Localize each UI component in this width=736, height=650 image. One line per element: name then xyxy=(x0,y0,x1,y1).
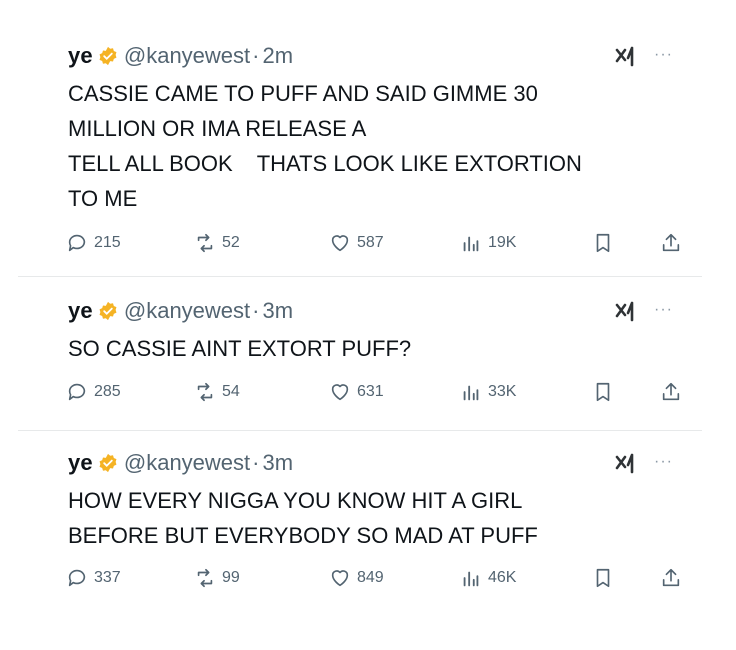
action-bar: 285 54 631 33K xyxy=(66,377,702,407)
tweet-header: ye @kanyewest · 2m xyxy=(68,42,293,70)
views-icon xyxy=(463,236,479,252)
tweet[interactable]: ye @kanyewest · 2m ··· CASSIE CAME TO PU… xyxy=(18,42,702,262)
heart-icon xyxy=(331,570,349,587)
tweet-divider xyxy=(18,430,702,431)
repost-icon xyxy=(197,568,213,588)
repost-button[interactable]: 54 xyxy=(194,377,240,407)
repost-count: 52 xyxy=(222,234,240,251)
separator-dot: · xyxy=(252,43,260,68)
tweet-header: ye @kanyewest · 3m xyxy=(68,449,293,477)
share-icon[interactable] xyxy=(660,381,682,403)
verified-badge-icon xyxy=(99,46,117,66)
reply-count: 215 xyxy=(94,234,121,251)
bookmark-icon[interactable] xyxy=(592,381,614,403)
separator-dot: · xyxy=(252,450,260,475)
more-icon[interactable]: ··· xyxy=(654,453,673,471)
timestamp[interactable]: 3m xyxy=(262,298,293,324)
author-name[interactable]: ye xyxy=(68,450,93,476)
action-bar: 215 52 587 19K xyxy=(66,228,702,258)
tweet-text: SO CASSIE AINT EXTORT PUFF? xyxy=(68,336,412,361)
verified-badge-icon xyxy=(99,453,117,473)
like-button[interactable]: 849 xyxy=(329,563,384,593)
like-count: 587 xyxy=(357,234,384,251)
reply-button[interactable]: 337 xyxy=(66,563,121,593)
heart-icon xyxy=(331,384,349,401)
author-handle[interactable]: @kanyewest xyxy=(124,450,250,476)
reply-count: 285 xyxy=(94,383,121,400)
bookmark-icon[interactable] xyxy=(592,232,614,254)
more-icon[interactable]: ··· xyxy=(654,46,673,64)
views-button[interactable]: 46K xyxy=(460,563,516,593)
views-icon xyxy=(463,571,479,587)
repost-icon xyxy=(197,233,213,253)
like-button[interactable]: 631 xyxy=(329,377,384,407)
tweet-divider xyxy=(18,276,702,277)
like-count: 849 xyxy=(357,569,384,586)
views-icon xyxy=(463,385,479,401)
repost-count: 54 xyxy=(222,383,240,400)
repost-button[interactable]: 52 xyxy=(194,228,240,258)
reply-button[interactable]: 285 xyxy=(66,377,121,407)
xai-grok-icon[interactable] xyxy=(614,44,640,70)
views-button[interactable]: 33K xyxy=(460,377,516,407)
tweet-header: ye @kanyewest · 3m xyxy=(68,297,293,325)
like-button[interactable]: 587 xyxy=(329,228,384,258)
more-icon[interactable]: ··· xyxy=(654,301,673,319)
timestamp[interactable]: 3m xyxy=(262,450,293,476)
repost-icon xyxy=(197,382,213,402)
tweet[interactable]: ye @kanyewest · 3m ··· HOW EVERY NIGGA Y… xyxy=(18,449,702,609)
xai-grok-icon[interactable] xyxy=(614,299,640,325)
reply-icon xyxy=(68,569,86,587)
reply-button[interactable]: 215 xyxy=(66,228,121,258)
reply-icon xyxy=(68,383,86,401)
author-name[interactable]: ye xyxy=(68,43,93,69)
view-count: 46K xyxy=(488,569,517,586)
separator-dot: · xyxy=(252,298,260,323)
like-count: 631 xyxy=(357,383,384,400)
reply-icon xyxy=(68,234,86,252)
share-icon[interactable] xyxy=(660,232,682,254)
verified-badge-icon xyxy=(99,301,117,321)
timestamp[interactable]: 2m xyxy=(262,43,293,69)
tweet-text: CASSIE CAME TO PUFF AND SAID GIMME 30 MI… xyxy=(68,81,582,211)
xai-grok-icon[interactable] xyxy=(614,451,640,477)
action-bar: 337 99 849 46K xyxy=(66,563,702,593)
views-button[interactable]: 19K xyxy=(460,228,516,258)
repost-count: 99 xyxy=(222,569,240,586)
share-icon[interactable] xyxy=(660,567,682,589)
tweet[interactable]: ye @kanyewest · 3m ··· SO CASSIE AINT EX… xyxy=(18,297,702,422)
heart-icon xyxy=(331,235,349,252)
bookmark-icon[interactable] xyxy=(592,567,614,589)
reply-count: 337 xyxy=(94,569,121,586)
author-handle[interactable]: @kanyewest xyxy=(124,298,250,324)
view-count: 33K xyxy=(488,383,517,400)
repost-button[interactable]: 99 xyxy=(194,563,240,593)
tweet-text: HOW EVERY NIGGA YOU KNOW HIT A GIRL BEFO… xyxy=(68,488,538,548)
author-handle[interactable]: @kanyewest xyxy=(124,43,250,69)
view-count: 19K xyxy=(488,234,517,251)
author-name[interactable]: ye xyxy=(68,298,93,324)
